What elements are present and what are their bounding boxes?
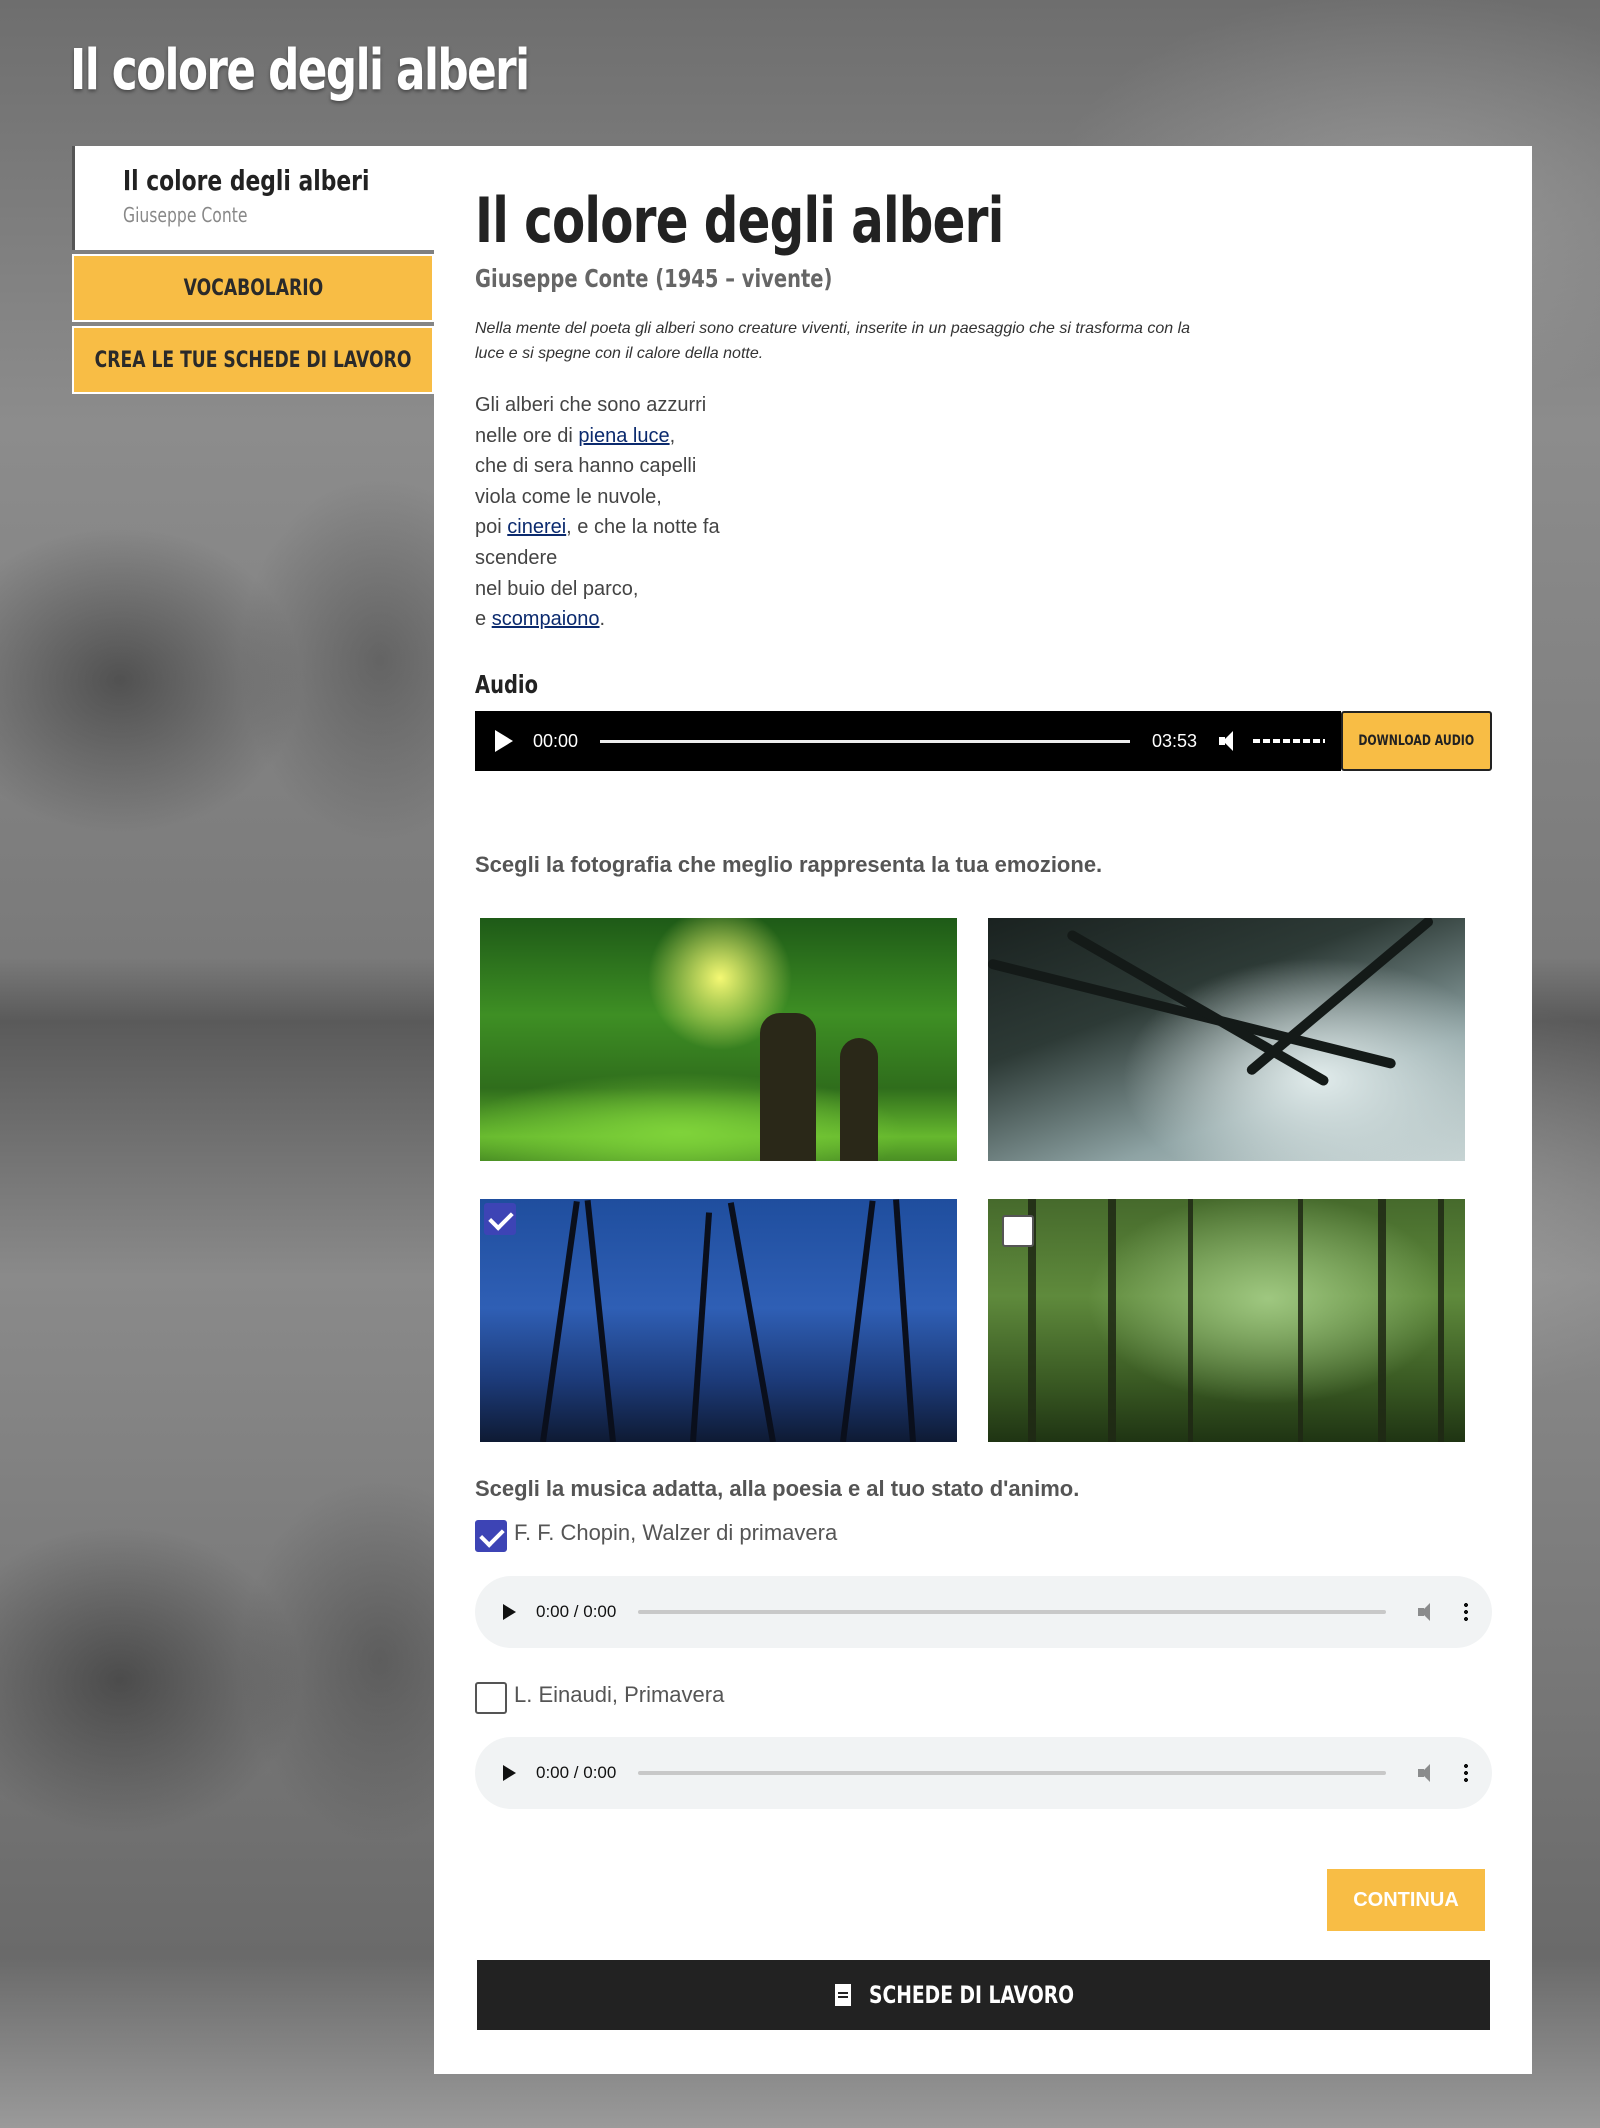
sunny-forest-photo[interactable]	[480, 918, 957, 1161]
poem-line: nel buio del parco,	[475, 577, 639, 600]
play-icon[interactable]	[503, 1765, 516, 1781]
sidebar-author: Giuseppe Conte	[123, 203, 248, 227]
night-forest-photo[interactable]	[480, 1199, 957, 1442]
sidebar-title: Il colore degli alberi	[123, 164, 370, 197]
poem-text-fragment: nelle ore di	[475, 424, 579, 447]
tree-branch	[1065, 928, 1331, 1088]
continue-button[interactable]: CONTINUA	[1327, 1869, 1485, 1931]
poem-text: Gli alberi che sono azzurri nelle ore di…	[475, 390, 720, 635]
more-options-icon[interactable]	[1464, 1764, 1468, 1782]
poem-line: Gli alberi che sono azzurri	[475, 394, 707, 416]
download-audio-label: DOWNLOAD AUDIO	[1358, 733, 1475, 749]
audio-progress-track[interactable]	[600, 739, 1130, 743]
green-fog-forest-photo[interactable]	[988, 1199, 1465, 1442]
poem-line: e scompaiono.	[475, 604, 720, 635]
poem-text-fragment: , e che la notte fa	[566, 516, 720, 539]
music-time: 0:00 / 0:00	[536, 1602, 617, 1621]
document-icon	[835, 1984, 852, 2006]
music-checkbox-chopin[interactable]	[475, 1520, 507, 1552]
tree-silhouette	[1108, 1199, 1116, 1442]
site-title: Il colore degli alberi	[70, 38, 530, 103]
schede-label: SCHEDE DI LAVORO	[869, 1981, 1075, 2009]
tree-silhouette	[1438, 1199, 1444, 1442]
tree-silhouette	[1298, 1199, 1303, 1442]
tree-silhouette	[1378, 1199, 1386, 1442]
sidebar: Il colore degli alberi Giuseppe Conte VO…	[72, 146, 434, 394]
music-progress-track[interactable]	[638, 1610, 1386, 1614]
volume-icon[interactable]	[1418, 1603, 1438, 1621]
sidebar-header[interactable]: Il colore degli alberi Giuseppe Conte	[72, 146, 434, 250]
vocabolario-button[interactable]: VOCABOLARIO	[72, 254, 434, 322]
music-question: Scegli la musica adatta, alla poesia e a…	[475, 1476, 1080, 1501]
music-label-chopin: F. F. Chopin, Walzer di primavera	[514, 1520, 838, 1545]
tree-silhouette	[584, 1200, 616, 1442]
crea-schede-button[interactable]: CREA LE TUE SCHEDE DI LAVORO	[72, 326, 434, 394]
tree-branch	[988, 958, 1397, 1070]
tree-silhouette	[840, 1200, 876, 1442]
poem-line: nelle ore di piena luce,	[475, 421, 720, 452]
poem-text-fragment: ,	[669, 424, 676, 447]
poem-line: che di sera hanno capelli	[475, 455, 697, 478]
vocab-link-cinerei[interactable]: cinerei	[507, 516, 566, 538]
poem-subtitle: Giuseppe Conte (1945 – vivente)	[475, 264, 833, 293]
poem-line: scendere	[475, 546, 558, 569]
volume-icon[interactable]	[1219, 731, 1235, 751]
schede-di-lavoro-button[interactable]: SCHEDE DI LAVORO	[475, 1958, 1492, 2032]
vocab-link-piena-luce[interactable]: piena luce	[578, 425, 669, 447]
tree-trunk	[760, 1013, 816, 1161]
poem-text-fragment: poi	[475, 516, 508, 539]
music-time: 0:00 / 0:00	[536, 1763, 617, 1782]
more-options-icon[interactable]	[1464, 1603, 1468, 1621]
music-player-chopin: 0:00 / 0:00	[475, 1576, 1492, 1648]
music-progress-track[interactable]	[638, 1771, 1386, 1775]
poem-text-fragment: e	[475, 608, 492, 631]
vocab-link-scompaiono[interactable]: scompaiono	[492, 608, 600, 630]
tree-trunk	[840, 1038, 878, 1161]
photo-checkbox-checked[interactable]	[484, 1203, 516, 1235]
audio-duration: 03:53	[1151, 730, 1197, 751]
volume-icon[interactable]	[1418, 1764, 1438, 1782]
poem-intro: Nella mente del poeta gli alberi sono cr…	[475, 320, 1191, 362]
misty-branches-photo[interactable]	[988, 918, 1465, 1161]
poem-text-fragment: .	[599, 608, 606, 631]
crea-schede-label: CREA LE TUE SCHEDE DI LAVORO	[94, 347, 412, 373]
poem-title: Il colore degli alberi	[475, 184, 1004, 257]
tree-silhouette	[727, 1202, 776, 1442]
music-label-einaudi: L. Einaudi, Primavera	[514, 1682, 725, 1707]
play-icon[interactable]	[495, 730, 513, 752]
download-audio-button[interactable]: DOWNLOAD AUDIO	[1341, 711, 1492, 771]
audio-heading: Audio	[475, 670, 539, 699]
poem-line: poi cinerei, e che la notte fa	[475, 512, 720, 543]
tree-silhouette	[1188, 1199, 1193, 1442]
volume-slider[interactable]	[1253, 739, 1325, 743]
tree-silhouette	[540, 1200, 580, 1442]
audio-current-time: 00:00	[533, 730, 579, 751]
play-icon[interactable]	[503, 1604, 516, 1620]
music-checkbox-einaudi[interactable]	[475, 1682, 507, 1714]
audio-player: 00:00 03:53	[475, 711, 1341, 771]
photo-checkbox[interactable]	[1002, 1215, 1034, 1247]
music-player-einaudi: 0:00 / 0:00	[475, 1737, 1492, 1809]
main-content: Il colore degli alberi Giuseppe Conte (1…	[434, 146, 1532, 2074]
tree-silhouette	[690, 1212, 713, 1442]
tree-silhouette	[893, 1199, 916, 1442]
vocabolario-label: VOCABOLARIO	[183, 275, 323, 301]
photo-question: Scegli la fotografia che meglio rapprese…	[475, 852, 1103, 877]
poem-line: viola come le nuvole,	[475, 485, 662, 508]
